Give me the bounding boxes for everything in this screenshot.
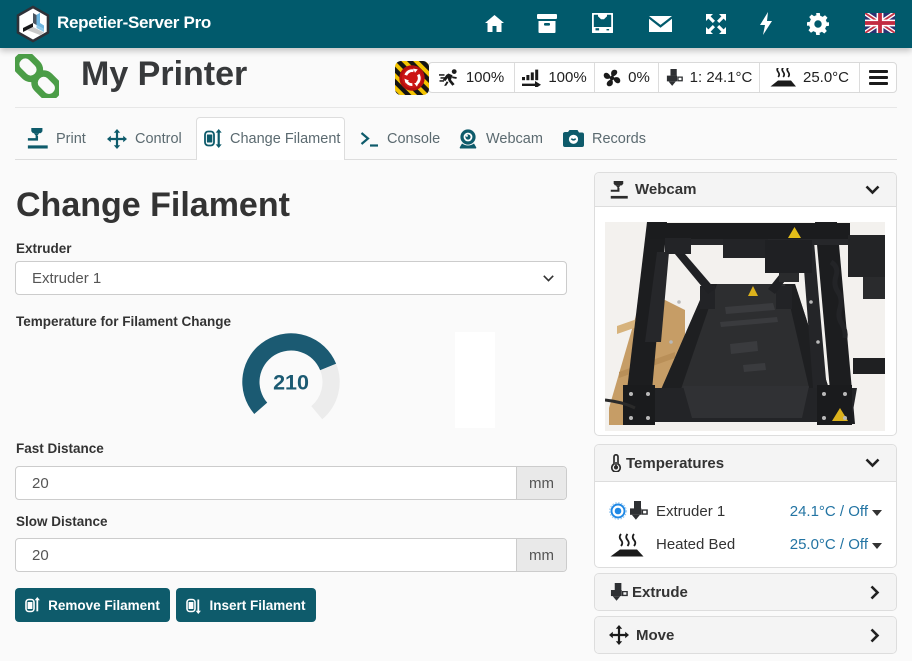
svg-text:210: 210 — [273, 371, 309, 395]
